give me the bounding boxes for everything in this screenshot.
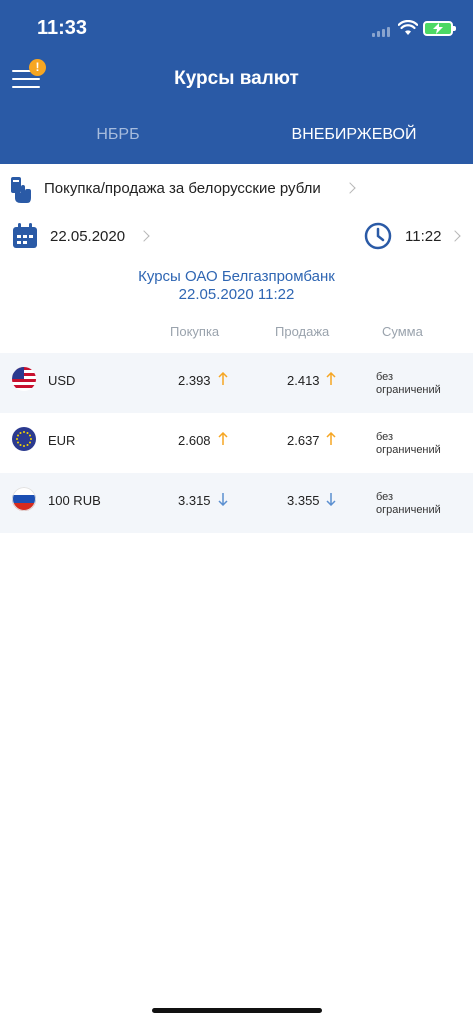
sell-rate: 2.413 [287,373,320,388]
battery-charging-icon [423,21,456,36]
home-indicator[interactable] [152,1008,322,1013]
bank-name: Курсы ОАО Белгазпромбанк [138,268,335,285]
column-buy: Покупка [170,324,220,339]
operation-label: Покупка/продажа за белорусские рубли [44,180,321,197]
sum-limit: без ограничений [376,491,466,517]
sell-rate: 2.637 [287,433,320,448]
clock-icon[interactable] [364,222,392,250]
sum-limit-line2: ограничений [376,444,441,456]
page-title: Курсы валют [174,68,299,89]
column-sum: Сумма [382,324,423,339]
ru-flag-icon [12,487,36,511]
eu-flag-icon [12,427,36,451]
buy-rate: 3.315 [178,493,211,508]
arrow-up-icon [218,372,228,385]
arrow-up-icon [326,432,336,445]
tab-nbrb[interactable]: НБРБ [0,126,236,144]
arrow-down-icon [326,493,336,506]
status-bar: 11:33 [0,0,473,54]
sum-limit: без ограничений [376,371,466,397]
card-hand-icon [11,177,31,203]
sum-limit-line1: без [376,431,394,443]
sum-limit-line1: без [376,491,394,503]
currency-code: 100 RUB [48,493,101,508]
chevron-right-icon [449,230,461,242]
status-time: 11:33 [37,17,88,39]
bank-rates-caption: Курсы ОАО Белгазпромбанк 22.05.2020 11:2… [0,268,473,304]
table-row[interactable]: USD 2.393 2.413 без ограничений [0,353,473,413]
sum-limit-line1: без [376,371,394,383]
bank-datetime: 22.05.2020 11:22 [178,286,295,303]
calendar-icon[interactable] [12,223,38,249]
buy-rate: 2.608 [178,433,211,448]
sum-limit-line2: ограничений [376,504,441,516]
currency-code: USD [48,373,76,388]
arrow-up-icon [218,432,228,445]
sum-limit-line2: ограничений [376,384,441,396]
app-header: 11:33 ! Курсы валют НБРБ ВНЕБИРЖЕВОЙ [0,0,473,164]
arrow-down-icon [218,493,228,506]
table-row[interactable]: 100 RUB 3.315 3.355 без ограничений [0,473,473,533]
currency-rates-screen: 11:33 ! Курсы валют НБРБ ВНЕБИРЖЕВОЙ Пок… [0,0,473,1024]
chevron-right-icon [138,230,150,242]
sell-rate: 3.355 [287,493,320,508]
date-value[interactable]: 22.05.2020 [50,228,125,245]
tab-otc[interactable]: ВНЕБИРЖЕВОЙ [236,126,472,144]
buy-rate: 2.393 [178,373,211,388]
time-value[interactable]: 11:22 [405,228,441,245]
arrow-up-icon [326,372,336,385]
column-sell: Продажа [275,324,330,339]
currency-code: EUR [48,433,76,448]
us-flag-icon [12,367,36,391]
table-row[interactable]: EUR 2.608 2.637 без ограничений [0,413,473,473]
wifi-icon [398,20,418,35]
sum-limit: без ограничений [376,431,466,457]
signal-icon [372,27,394,37]
